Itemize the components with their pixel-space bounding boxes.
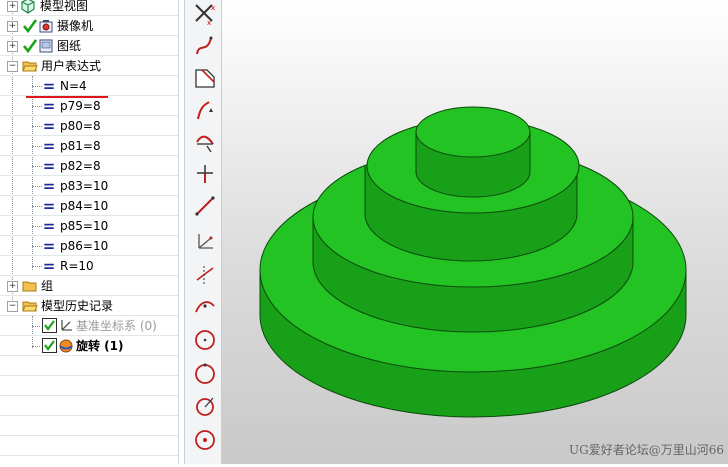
expression-text: p81=8 <box>60 139 101 153</box>
tree-label: 用户表达式 <box>41 59 102 73</box>
line-icon[interactable] <box>193 194 217 218</box>
expression-row[interactable]: = p81=8 <box>0 136 178 156</box>
expression-row[interactable]: = N=4 <box>0 76 178 96</box>
camera-icon <box>39 20 53 33</box>
tree-row-model-views[interactable]: + 模型视图 <box>0 0 178 16</box>
tree-row-user-expressions[interactable]: − 用户表达式 <box>0 56 178 76</box>
tree-label: 模型历史记录 <box>41 299 114 313</box>
expression-text: p84=10 <box>60 199 109 213</box>
folder-icon <box>22 281 37 292</box>
open-folder-icon <box>22 301 38 312</box>
graphics-viewport[interactable]: UG爱好者论坛@万里山河66 <box>222 0 728 464</box>
red-underline-annotation <box>26 96 108 98</box>
expression-icon: = <box>42 157 56 175</box>
tree-row-revolve[interactable]: 旋转 (1) <box>0 336 178 356</box>
expression-row[interactable]: = p86=10 <box>0 236 178 256</box>
checkmark-icon <box>22 19 38 34</box>
expression-icon: = <box>42 197 56 215</box>
svg-text:x: x <box>211 4 215 12</box>
visibility-checkbox[interactable] <box>42 318 57 333</box>
empty-row <box>0 396 178 416</box>
checkmark-icon <box>22 39 38 54</box>
face-icon[interactable] <box>193 66 217 90</box>
circle-center-icon[interactable] <box>193 428 217 452</box>
expression-row[interactable]: = p79=8 <box>0 96 178 116</box>
tree-row-drawing[interactable]: + 图纸 <box>0 36 178 56</box>
expression-row[interactable]: = p82=8 <box>0 156 178 176</box>
arc-icon[interactable] <box>193 294 217 318</box>
close-x-icon[interactable]: x x <box>193 2 217 26</box>
expression-text: p79=8 <box>60 99 101 113</box>
empty-row <box>0 356 178 376</box>
point-line-icon[interactable] <box>193 262 217 286</box>
stepped-cylinder-model[interactable] <box>222 0 728 464</box>
watermark: UG爱好者论坛@万里山河66 <box>569 443 724 457</box>
axis-icon[interactable] <box>193 228 217 252</box>
expand-icon[interactable]: + <box>7 21 18 32</box>
checkmark-icon <box>44 320 55 331</box>
tree-label: 组 <box>41 279 54 293</box>
circle-icon[interactable] <box>193 328 217 352</box>
datum-csys-icon <box>61 320 72 331</box>
expression-icon: = <box>42 257 56 275</box>
expression-row[interactable]: = R=10 <box>0 256 178 276</box>
expression-text: p86=10 <box>60 239 109 253</box>
revolve-icon <box>59 339 73 353</box>
tree-row-camera[interactable]: + 摄像机 <box>0 16 178 36</box>
curve-arrow-icon[interactable] <box>193 98 217 122</box>
tree-label: 图纸 <box>57 39 82 53</box>
expression-text: p82=8 <box>60 159 101 173</box>
tree-label: 基准坐标系 (0) <box>76 319 157 333</box>
curve-toolbar: x x <box>184 0 222 464</box>
empty-row <box>0 436 178 456</box>
expression-text: N=4 <box>60 79 87 93</box>
expression-icon: = <box>42 217 56 235</box>
drawing-sheet-icon <box>39 39 53 53</box>
circle-arrow-icon[interactable] <box>193 394 217 418</box>
expression-icon: = <box>42 97 56 115</box>
model-view-icon <box>21 0 35 14</box>
expand-icon[interactable]: + <box>7 41 18 52</box>
expression-row[interactable]: = p85=10 <box>0 216 178 236</box>
svg-text:x: x <box>207 19 211 26</box>
tree-label: 模型视图 <box>40 0 89 13</box>
expression-row[interactable]: = p84=10 <box>0 196 178 216</box>
visibility-checkbox[interactable] <box>42 338 57 353</box>
open-folder-icon <box>22 61 38 72</box>
empty-row <box>0 376 178 396</box>
expression-icon: = <box>42 237 56 255</box>
expression-text: p83=10 <box>60 179 109 193</box>
tree-label: 旋转 (1) <box>76 339 124 353</box>
expression-row[interactable]: = p83=10 <box>0 176 178 196</box>
expression-text: R=10 <box>60 259 94 273</box>
trim-icon[interactable] <box>193 130 217 154</box>
circle-dot-icon[interactable] <box>193 362 217 386</box>
expression-icon: = <box>42 137 56 155</box>
collapse-icon[interactable]: − <box>7 61 18 72</box>
expression-icon: = <box>42 117 56 135</box>
part-navigator-tree: + 模型视图 + 摄像机 + 图纸 − 用户表达式 = N=4 = p79=8 … <box>0 0 179 464</box>
expression-icon: = <box>42 177 56 195</box>
empty-row <box>0 416 178 436</box>
expand-icon[interactable]: + <box>7 1 18 12</box>
tree-label: 摄像机 <box>57 19 94 33</box>
collapse-icon[interactable]: − <box>7 301 18 312</box>
checkmark-icon <box>44 340 55 351</box>
expression-row[interactable]: = p80=8 <box>0 116 178 136</box>
expression-icon: = <box>42 77 56 95</box>
expression-text: p80=8 <box>60 119 101 133</box>
expression-text: p85=10 <box>60 219 109 233</box>
expand-icon[interactable]: + <box>7 281 18 292</box>
tree-row-group[interactable]: + 组 <box>0 276 178 296</box>
spline-icon[interactable] <box>193 34 217 58</box>
tree-row-model-history[interactable]: − 模型历史记录 <box>0 296 178 316</box>
cross-icon[interactable] <box>193 162 217 186</box>
tree-row-datum-csys[interactable]: 基准坐标系 (0) <box>0 316 178 336</box>
